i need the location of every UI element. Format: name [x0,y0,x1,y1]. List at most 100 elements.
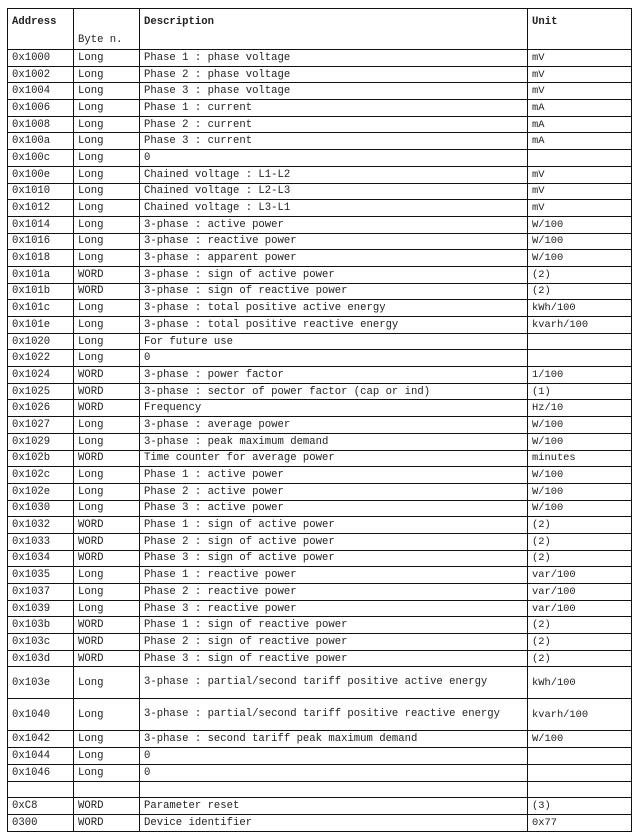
cell-description: 0 [139,149,528,167]
cell-byte: Long [73,698,140,732]
cell-description: 3-phase : peak maximum demand [139,432,528,451]
cell-byte: Long [73,299,140,317]
cell-unit: mV [527,165,632,184]
cell-address: 0x1044 [7,747,74,765]
cell-description: Phase 3 : phase voltage [139,82,528,101]
cell-description: 0 [139,349,528,368]
table-row: 0x102b WORD Time counter for average power… [7,449,632,468]
table-row: 0x1010 Long Chained voltage : L2-L3 mV [7,182,632,201]
cell-description: Phase 1 : phase voltage [139,49,528,67]
cell-unit: W/100 [527,432,632,451]
header-row: Address Byte n. Description Unit [7,8,632,50]
cell-unit: var/100 [527,583,632,601]
cell-unit: kWh/100 [527,299,632,317]
cell-address: 0x1020 [7,332,74,351]
cell-description: Phase 1 : reactive power [139,566,528,584]
table-row: 0x102e Long Phase 2 : active power W/100 [7,482,632,501]
cell-address: 0x101c [7,299,74,317]
cell-byte: Long [73,49,140,67]
cell-description: Phase 1 : sign of active power [139,516,528,534]
cell-address: 0x1024 [7,366,74,384]
cell-description: Chained voltage : L2-L3 [139,182,528,201]
cell-unit: W/100 [527,730,632,749]
table-row: 0x1034 WORD Phase 3 : sign of active power… [7,549,632,568]
table-row: 0x100a Long Phase 3 : current mA [7,132,632,151]
cell-unit [527,747,632,765]
cell-unit: (2) [527,633,632,651]
cell-description: Phase 3 : sign of reactive power [139,649,528,668]
cell-byte: Long [73,349,140,368]
cell-unit: minutes [527,449,632,468]
cell-address: 0x1025 [7,382,74,401]
cell-address: 0300 [7,813,74,832]
cell-unit: mV [527,65,632,84]
cell-address: 0x1032 [7,516,74,534]
cell-unit: (3) [527,797,632,815]
cell-address: 0x1014 [7,215,74,234]
cell-description: 3-phase : sign of active power [139,265,528,284]
cell-byte: WORD [73,265,140,284]
cell-unit: mV [527,49,632,67]
cell-description [139,780,528,799]
cell-byte: Long [73,316,140,334]
cell-address: 0xC8 [7,797,74,815]
cell-address: 0x1030 [7,499,74,518]
cell-description: Phase 2 : reactive power [139,583,528,601]
cell-byte: Long [73,82,140,101]
cell-address: 0x1042 [7,730,74,749]
cell-byte: WORD [73,549,140,568]
table-row: 0x1014 Long 3-phase : active power W/100 [7,215,632,234]
cell-unit: (2) [527,265,632,284]
cell-unit: mV [527,199,632,217]
cell-unit: mV [527,82,632,101]
cell-description: Phase 2 : phase voltage [139,65,528,84]
cell-byte: WORD [73,813,140,832]
cell-description: Phase 2 : current [139,115,528,134]
cell-address: 0x102b [7,449,74,468]
cell-description: Phase 2 : active power [139,482,528,501]
cell-byte: Long [73,232,140,251]
cell-description: Phase 3 : current [139,132,528,151]
table-row: 0x103d WORD Phase 3 : sign of reactive pow… [7,649,632,668]
cell-description: Phase 3 : reactive power [139,599,528,618]
cell-byte: Long [73,332,140,351]
header-description: Description [139,8,528,50]
cell-byte: WORD [73,616,140,635]
cell-unit: W/100 [527,232,632,251]
cell-address: 0x1033 [7,532,74,551]
cell-byte: Long [73,747,140,765]
cell-description: Phase 1 : active power [139,466,528,484]
cell-description: 0 [139,763,528,782]
cell-byte: Long [73,466,140,484]
cell-unit [527,780,632,799]
table-row: 0x103b WORD Phase 1 : sign of reactive pow… [7,616,632,635]
cell-description: Chained voltage : L3-L1 [139,199,528,217]
cell-unit: (2) [527,532,632,551]
cell-description: 3-phase : active power [139,215,528,234]
table-row: 0x101e Long 3-phase : total positive react… [7,316,632,334]
cell-byte: WORD [73,633,140,651]
cell-byte: WORD [73,399,140,418]
table-row: 0x103e Long 3-phase : partial/second tarif… [7,666,632,700]
table-row: 0x1004 Long Phase 3 : phase voltage mV [7,82,632,101]
cell-byte: Long [73,499,140,518]
cell-byte: Long [73,215,140,234]
table-row: 0x102c Long Phase 1 : active power W/100 [7,466,632,484]
cell-unit: mV [527,182,632,201]
cell-byte [73,780,140,799]
table-row: 0x1006 Long Phase 1 : current mA [7,99,632,117]
cell-address: 0x1046 [7,763,74,782]
cell-byte: Long [73,249,140,267]
cell-address: 0x1008 [7,115,74,134]
cell-description: Phase 1 : sign of reactive power [139,616,528,635]
cell-byte: Long [73,599,140,618]
cell-byte: WORD [73,449,140,468]
cell-description: Phase 3 : active power [139,499,528,518]
cell-address: 0x1039 [7,599,74,618]
cell-unit [527,332,632,351]
cell-description: 3-phase : partial/second tariff positive… [139,666,528,700]
cell-description: 3-phase : sign of reactive power [139,282,528,301]
cell-byte: Long [73,115,140,134]
table-row: 0x1046 Long 0 [7,763,632,782]
cell-unit: (1) [527,382,632,401]
